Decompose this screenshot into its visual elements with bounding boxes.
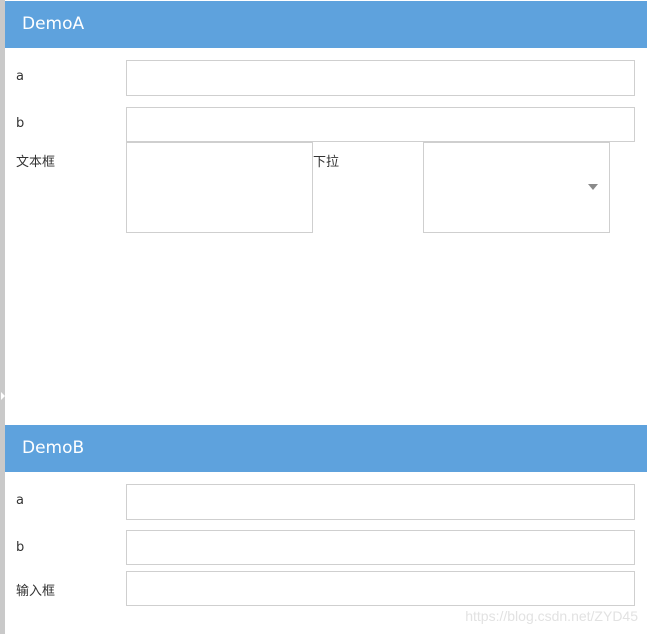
panel-a-label-b: b	[16, 116, 25, 131]
panel-b-input-c[interactable]	[126, 571, 635, 606]
panel-b-header: DemoB	[5, 425, 647, 472]
panel-a-label-a: a	[16, 69, 24, 84]
panel-a-label-textarea: 文本框	[16, 155, 56, 170]
panel-a-header: DemoA	[5, 1, 647, 48]
panel-a-input-a[interactable]	[126, 60, 635, 96]
panel-a-label-dropdown: 下拉	[313, 155, 340, 170]
watermark-url: https://blog.csdn.net/ZYD45	[465, 608, 638, 624]
panel-b-input-b[interactable]	[126, 530, 635, 565]
panel-a-dropdown[interactable]	[423, 142, 610, 233]
left-edge-strip	[0, 0, 5, 634]
panel-b-label-input: 输入框	[16, 584, 56, 599]
collapse-arrow-icon[interactable]	[1, 392, 5, 400]
panel-b-input-a[interactable]	[126, 484, 635, 520]
panel-a-input-b[interactable]	[126, 107, 635, 142]
caret-down-icon[interactable]	[588, 184, 598, 190]
panel-b-label-a: a	[16, 493, 24, 508]
panel-a-textarea[interactable]	[126, 142, 313, 233]
panel-b-label-b: b	[16, 540, 25, 555]
